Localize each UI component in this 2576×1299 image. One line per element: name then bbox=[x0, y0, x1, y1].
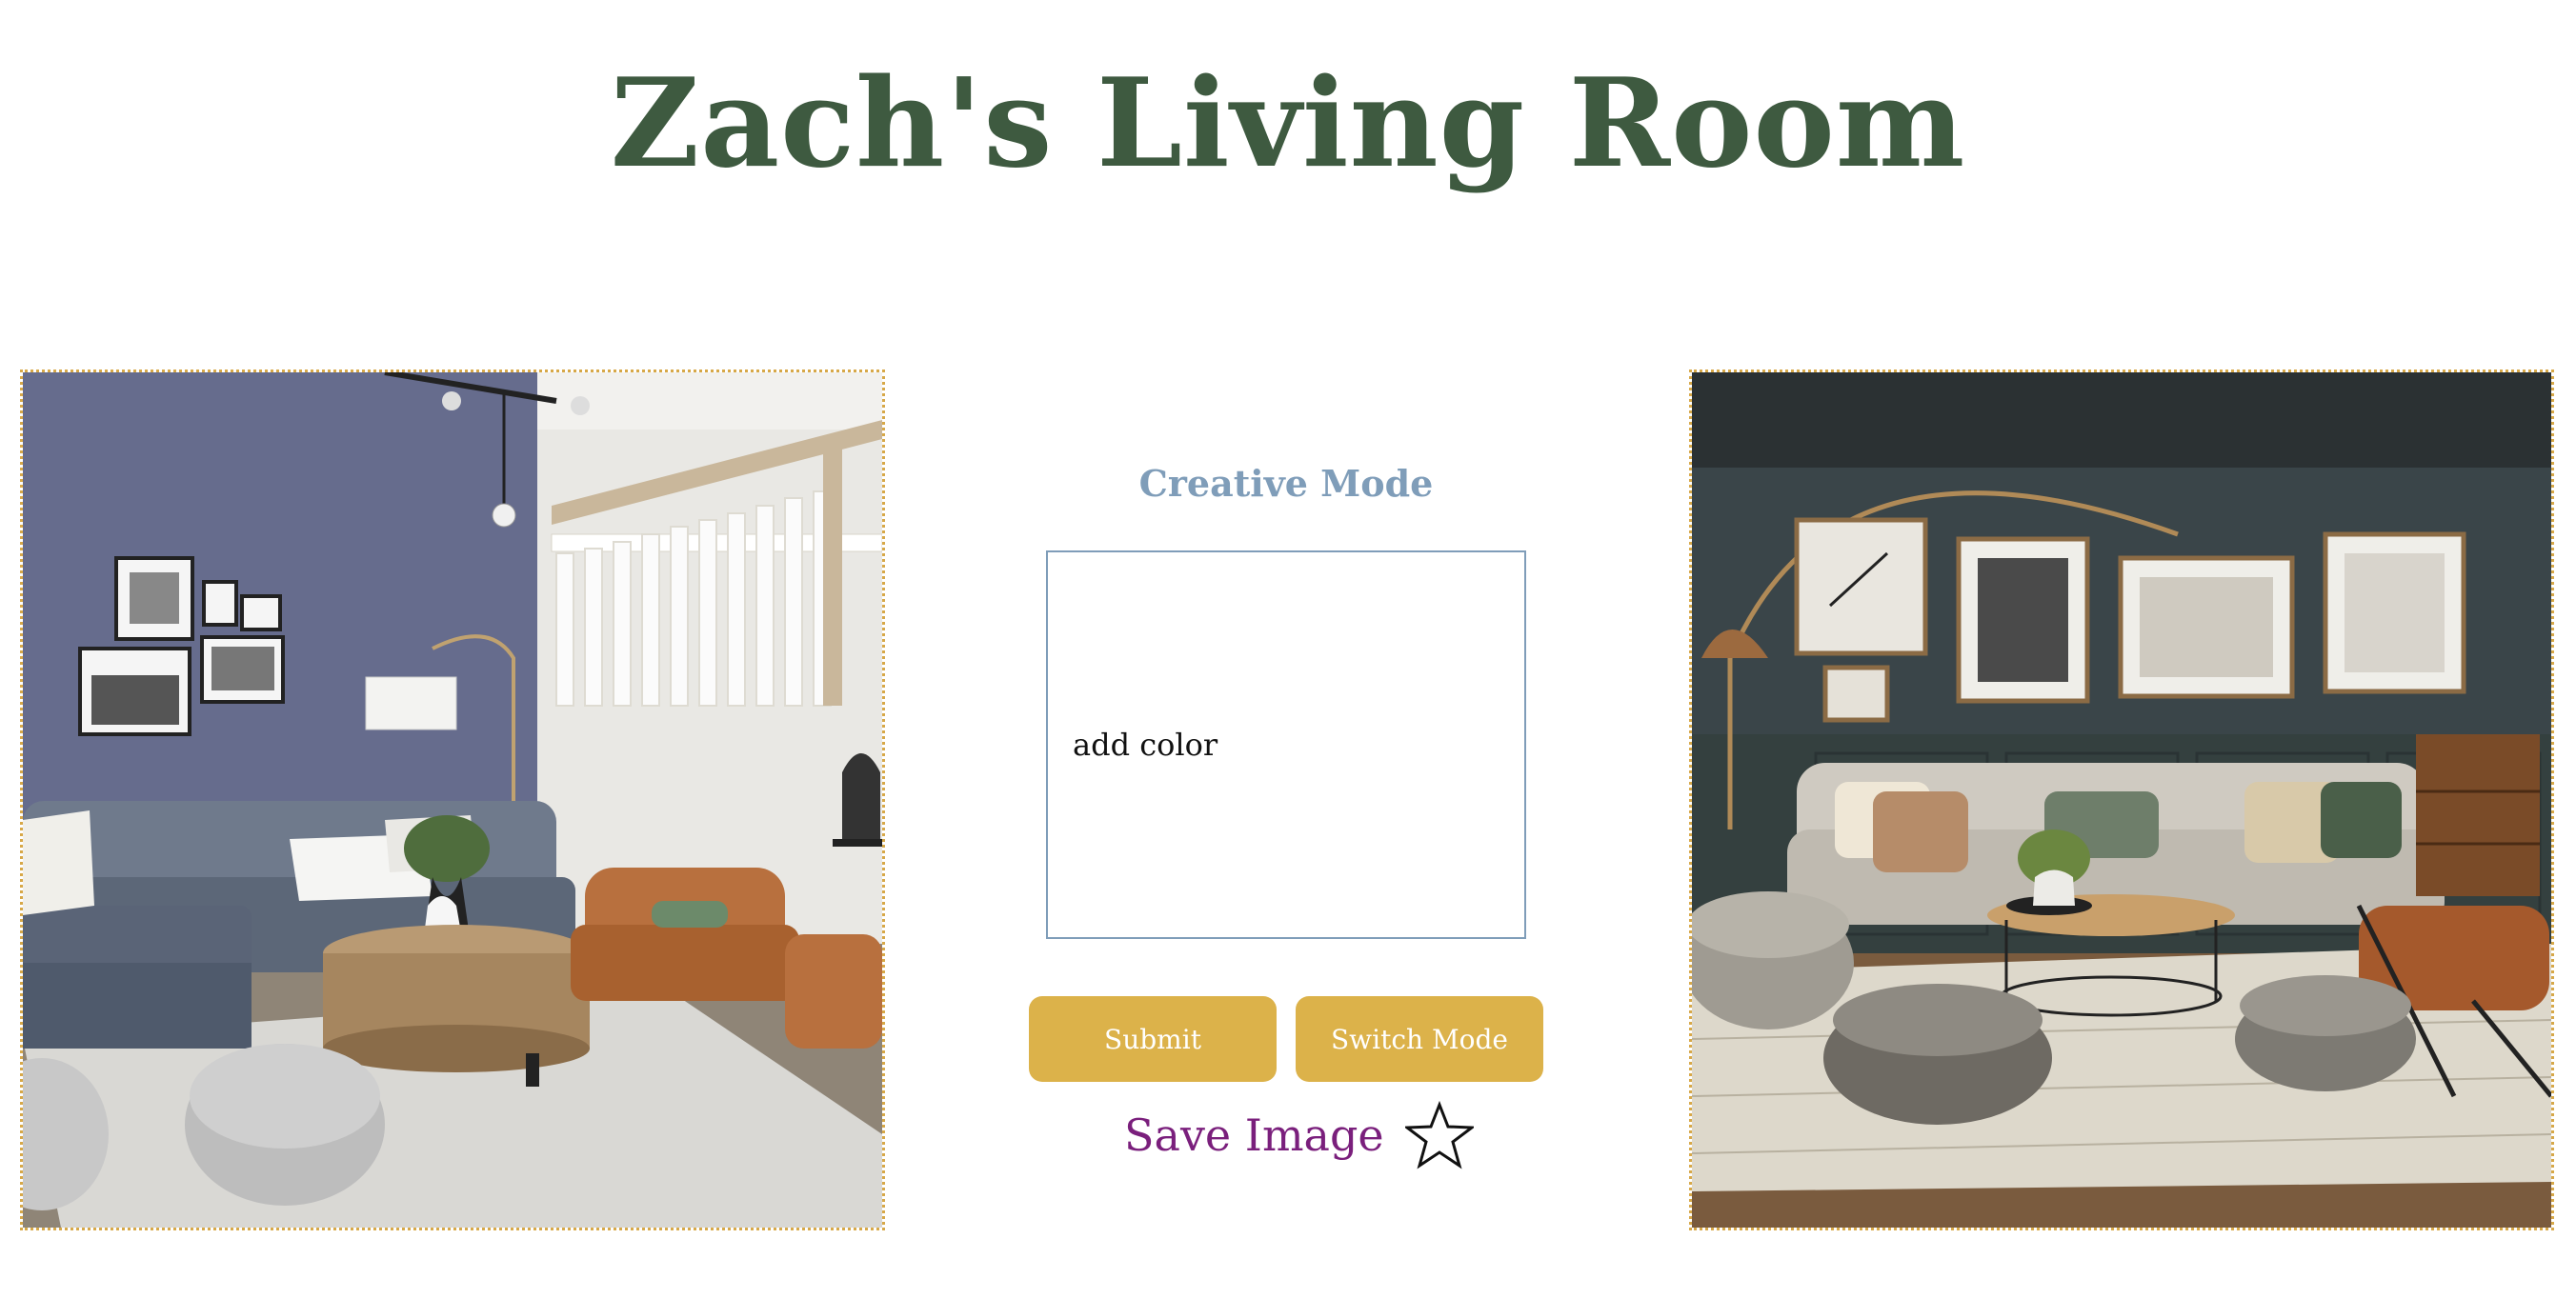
switch-mode-button[interactable]: Switch Mode bbox=[1296, 996, 1543, 1082]
prompt-text[interactable]: add color bbox=[1073, 727, 1218, 763]
mode-label: Creative Mode bbox=[1138, 462, 1434, 505]
generated-room-image bbox=[1689, 370, 2554, 1230]
original-room-image bbox=[20, 370, 885, 1230]
save-image-control[interactable]: Save Image bbox=[1124, 1097, 1474, 1173]
prompt-textarea[interactable]: add color bbox=[1046, 550, 1526, 939]
star-outline-icon[interactable] bbox=[1404, 1101, 1474, 1169]
page-title: Zach's Living Room bbox=[610, 52, 1966, 195]
generated-room-illustration bbox=[1692, 372, 2551, 1228]
submit-button[interactable]: Submit bbox=[1029, 996, 1277, 1082]
original-room-illustration bbox=[23, 372, 882, 1228]
save-image-label[interactable]: Save Image bbox=[1124, 1109, 1384, 1161]
